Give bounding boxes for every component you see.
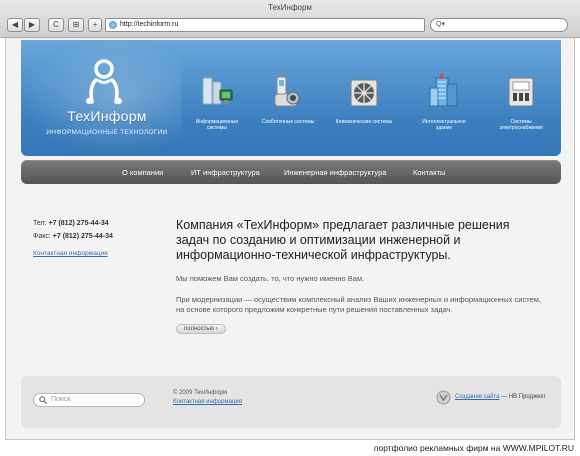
developer-logo-icon <box>436 390 451 405</box>
phone-row: Тел: +7 (812) 275-44-34 <box>33 220 163 227</box>
address-bar[interactable]: http://techinform.ru <box>105 18 425 32</box>
search-placeholder: Поиск <box>51 396 71 403</box>
service-label: Слаботочные системы <box>261 119 315 125</box>
air-conditioner-icon <box>350 79 378 107</box>
menu-item-about[interactable]: О компании <box>122 168 163 177</box>
browser-search-input[interactable]: Q▾ <box>430 18 568 32</box>
credit-text: — НВ Проджект <box>499 394 546 400</box>
service-label: Системы электроснабжения <box>499 119 543 131</box>
web-page: ТехИнформ ИНФОРМАЦИОННЫЕ ТЕХНОЛОГИИ Инфо… <box>5 38 575 440</box>
brand-tagline: ИНФОРМАЦИОННЫЕ ТЕХНОЛОГИИ <box>46 129 168 136</box>
service-smart-building[interactable]: Интеллектуальное здание <box>414 74 474 131</box>
service-label: Интеллектуальное здание <box>422 119 466 131</box>
bookmark-button[interactable]: ⊞ <box>68 18 84 32</box>
read-more-button[interactable]: полностью › <box>176 324 226 334</box>
main-menu: О компании ИТ инфраструктура Инженерная … <box>21 160 561 184</box>
power-cabinet-icon <box>508 77 534 107</box>
service-climate-systems[interactable]: Климатические системы <box>334 74 394 125</box>
reload-button[interactable]: C <box>48 18 64 32</box>
footer-contact-link[interactable]: Контактная информация <box>173 399 242 405</box>
service-label: Климатические системы <box>335 119 393 125</box>
contact-info-link[interactable]: Контактная информация <box>33 250 108 257</box>
add-tab-button[interactable]: + <box>88 18 102 32</box>
page-footer: Поиск © 2009 ТехИнформ Контактная информ… <box>21 376 561 428</box>
contacts-block: Тел: +7 (812) 275-44-34 Факс: +7 (812) 2… <box>33 220 163 263</box>
camera-phone-icon <box>274 76 300 107</box>
phone-number: +7 (812) 275-44-34 <box>48 220 109 227</box>
main-content: Компания «ТехИнформ» предлагает различны… <box>176 218 546 335</box>
copyright-text: © 2009 ТехИнформ <box>173 390 227 396</box>
forward-button[interactable]: ▶ <box>24 18 40 32</box>
brand-name[interactable]: ТехИнформ <box>59 108 155 124</box>
service-power-systems[interactable]: Системы электроснабжения <box>491 74 551 131</box>
credit-link[interactable]: Создание сайта <box>455 394 499 400</box>
search-icon <box>39 396 47 404</box>
phone-label: Тел: <box>33 220 47 227</box>
fax-row: Факс: +7 (812) 275-44-34 <box>33 233 163 240</box>
fax-number: +7 (812) 275-44-34 <box>52 233 113 240</box>
fax-label: Факс: <box>33 233 51 240</box>
copyright-block: © 2009 ТехИнформ Контактная информация <box>173 389 242 407</box>
modernization-paragraph: При модернизации — осуществим комплексны… <box>176 295 541 314</box>
watermark-caption: портфолио рекламных фирм на WWW.MPILOT.R… <box>373 443 574 453</box>
service-information-systems[interactable]: Информационные системы <box>187 74 247 131</box>
intro-paragraph: Мы поможем Вам создать, то, что нужно им… <box>176 274 365 283</box>
service-label: Информационные системы <box>195 119 239 131</box>
footer-search-input[interactable]: Поиск <box>33 393 145 407</box>
menu-item-contacts[interactable]: Контакты <box>413 168 445 177</box>
globe-icon <box>109 21 117 29</box>
service-low-current-systems[interactable]: Слаботочные системы <box>258 74 318 125</box>
url-text: http://techinform.ru <box>120 21 179 28</box>
menu-item-it-infrastructure[interactable]: ИТ инфраструктура <box>191 168 260 177</box>
building-icon <box>429 74 458 107</box>
page-headline: Компания «ТехИнформ» предлагает различны… <box>176 218 510 262</box>
header-banner: ТехИнформ ИНФОРМАЦИОННЫЕ ТЕХНОЛОГИИ Инфо… <box>21 40 561 156</box>
servers-icon <box>202 77 233 105</box>
window-title: ТехИнформ <box>268 3 312 12</box>
logo-figure-icon[interactable] <box>79 58 129 106</box>
menu-item-engineering[interactable]: Инженерная инфраструктура <box>284 168 386 177</box>
browser-toolbar: ТехИнформ ◀ ▶ C ⊞ + http://techinform.ru… <box>0 0 580 38</box>
back-button[interactable]: ◀ <box>7 18 23 32</box>
